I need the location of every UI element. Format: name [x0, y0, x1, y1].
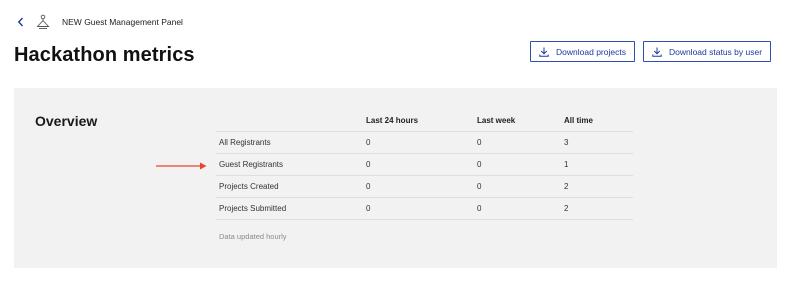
cell-all-time: 3: [561, 131, 633, 154]
download-status-button[interactable]: Download status by user: [643, 41, 771, 62]
column-header-metric: [216, 110, 363, 132]
cell-last-week: 0: [474, 131, 561, 154]
cell-last-week: 0: [474, 175, 561, 198]
app-name: NEW Guest Management Panel: [62, 17, 183, 27]
cell-last-week: 0: [474, 153, 561, 176]
table-header-row: Last 24 hours Last week All time: [216, 110, 633, 132]
download-projects-button[interactable]: Download projects: [530, 41, 635, 62]
column-header-all-time: All time: [561, 110, 633, 132]
table-row: Projects Submitted 0 0 2: [216, 197, 633, 220]
table-row: Projects Created 0 0 2: [216, 175, 633, 198]
annotation-arrow-icon: [156, 162, 207, 170]
cell-last-week: 0: [474, 197, 561, 220]
table-row: All Registrants 0 0 3: [216, 131, 633, 154]
overview-title: Overview: [35, 113, 98, 129]
page-title: Hackathon metrics: [14, 44, 195, 66]
back-chevron-icon[interactable]: [14, 13, 26, 31]
cell-last-24-hours: 0: [363, 175, 474, 198]
row-label: Projects Created: [216, 175, 363, 198]
cell-all-time: 1: [561, 153, 633, 176]
cell-last-24-hours: 0: [363, 197, 474, 220]
column-header-last-24-hours: Last 24 hours: [363, 110, 474, 132]
download-icon: [539, 47, 549, 57]
download-projects-label: Download projects: [556, 46, 626, 57]
download-status-label: Download status by user: [668, 46, 763, 57]
hanger-logo-icon: [36, 14, 50, 30]
top-bar: NEW Guest Management Panel: [14, 13, 183, 31]
column-header-last-week: Last week: [474, 110, 561, 132]
data-updated-note: Data updated hourly: [219, 232, 287, 241]
cell-all-time: 2: [561, 175, 633, 198]
metrics-table: Last 24 hours Last week All time All Reg…: [216, 110, 633, 220]
cell-last-24-hours: 0: [363, 153, 474, 176]
cell-last-24-hours: 0: [363, 131, 474, 154]
cell-all-time: 2: [561, 197, 633, 220]
row-label: Guest Registrants: [216, 153, 363, 176]
table-row: Guest Registrants 0 0 1: [216, 153, 633, 176]
row-label: Projects Submitted: [216, 197, 363, 220]
overview-panel: Overview Last 24 hours Last week All tim…: [14, 88, 777, 268]
row-label: All Registrants: [216, 131, 363, 154]
download-icon: [652, 47, 662, 57]
